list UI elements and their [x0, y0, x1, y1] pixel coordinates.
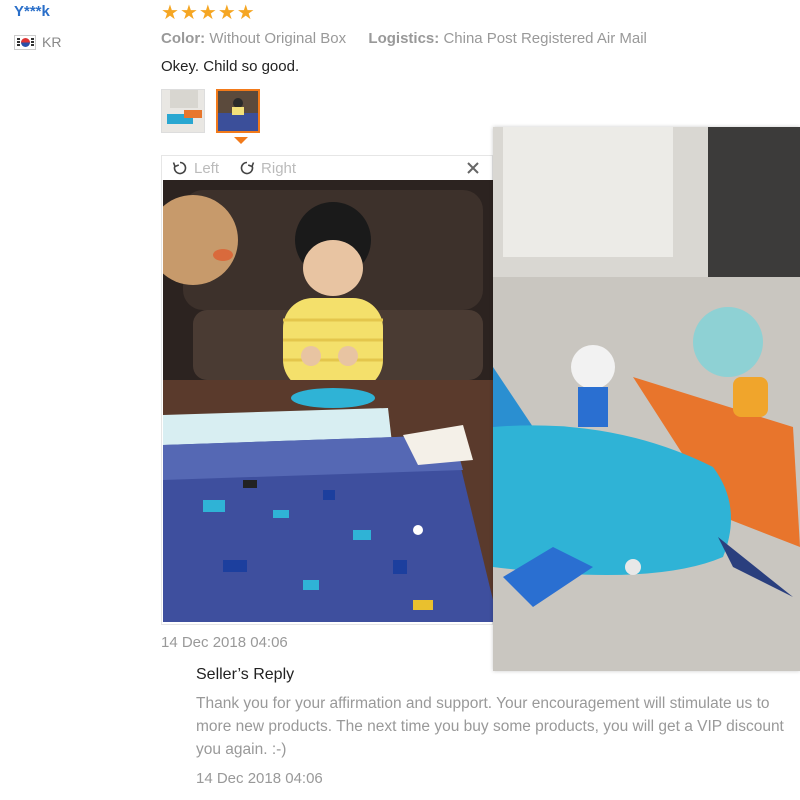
seller-reply-text: Thank you for your affirmation and suppo… [196, 695, 784, 758]
viewer-toolbar: Left Right [162, 156, 492, 180]
review-text: Okey. Child so good. [161, 58, 300, 75]
active-thumbnail-indicator [234, 137, 248, 144]
order-details: Color: Without Original Box Logistics: C… [161, 30, 647, 47]
color-label: Color: [161, 30, 206, 47]
star-icon: ★ [161, 2, 179, 24]
review-thumbnail[interactable] [161, 89, 205, 133]
seller-reply-date: 14 Dec 2018 04:06 [196, 770, 323, 787]
rotate-left-button[interactable]: Left [194, 160, 219, 177]
logistics-value: China Post Registered Air Mail [443, 30, 647, 47]
reviewer-name: Y***k [14, 3, 50, 20]
review-photo-preview [493, 127, 800, 671]
country-code: KR [42, 34, 62, 50]
review-thumbnail-active[interactable] [216, 89, 260, 133]
logistics-label: Logistics: [368, 30, 440, 47]
flag-icon [14, 34, 36, 50]
star-icon: ★ [198, 2, 217, 24]
close-icon[interactable] [466, 161, 480, 175]
reviewer-country: KR [14, 34, 61, 50]
image-viewer: Left Right [161, 155, 493, 625]
rotate-right-button[interactable]: Right [261, 160, 296, 177]
star-icon: ★ [217, 2, 236, 24]
color-value: Without Original Box [209, 30, 347, 47]
rotate-right-icon[interactable] [239, 160, 255, 176]
star-rating: ★ ★ ★ ★ ★ [161, 3, 255, 23]
star-icon: ★ [236, 2, 255, 24]
seller-reply-title: Seller’s Reply [196, 666, 295, 683]
rotate-left-icon[interactable] [172, 160, 188, 176]
review-date: 14 Dec 2018 04:06 [161, 634, 288, 651]
star-icon: ★ [179, 2, 198, 24]
review-photo-main [163, 180, 493, 622]
